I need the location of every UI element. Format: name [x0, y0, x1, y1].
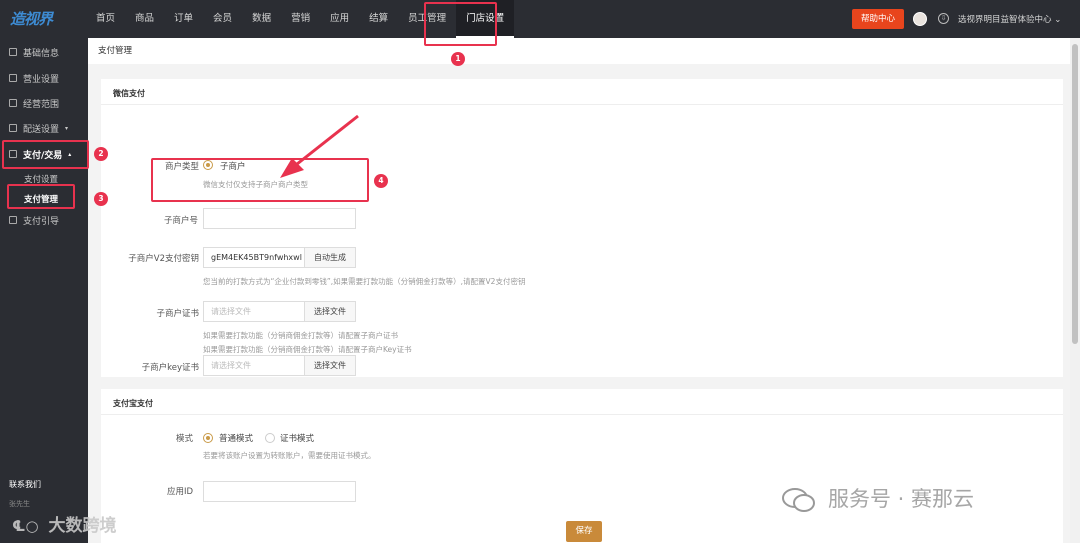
sidebar-item-business[interactable]: 营业设置	[0, 66, 88, 90]
store-icon	[9, 74, 17, 82]
annotation-box-3	[7, 184, 75, 209]
sub-merchant-id-label: 子商户号	[163, 216, 198, 226]
v2-key-input[interactable]: gEM4EK45BT9nfwhxwl	[203, 247, 305, 268]
divider	[101, 104, 1063, 105]
sidebar-item-label: 营业设置	[23, 74, 60, 85]
wechat-icon	[782, 488, 815, 512]
mode-normal-radio[interactable]	[203, 433, 213, 443]
annotation-box-2	[2, 140, 89, 169]
mode-cert-radio[interactable]	[265, 433, 275, 443]
auto-generate-button[interactable]: 自动生成	[305, 247, 356, 268]
nav-orders[interactable]: 订单	[164, 0, 203, 38]
sub-merchant-id-input[interactable]	[203, 208, 356, 229]
sidebar-item-label: 配送设置	[23, 124, 60, 135]
mode-help: 若要将该账户设置为转账账户，需要使用证书模式。	[203, 451, 376, 460]
key-cert-choose-button[interactable]: 选择文件	[305, 355, 356, 376]
sidebar-item-label: 经营范围	[23, 99, 60, 110]
app-id-label: 应用ID	[166, 487, 193, 497]
contact-name: 张先生	[9, 500, 30, 508]
sidebar-item-label: 基础信息	[23, 48, 60, 59]
alipay-title: 支付宝支付	[113, 399, 153, 408]
app-logo[interactable]: 造视界	[10, 8, 72, 30]
nav-members[interactable]: 会员	[203, 0, 242, 38]
cert-choose-button[interactable]: 选择文件	[305, 301, 356, 322]
chevron-down-icon: ⌄	[1054, 15, 1062, 25]
cert-file-input[interactable]: 请选择文件	[203, 301, 305, 322]
scrollbar-thumb[interactable]	[1072, 44, 1078, 344]
main-content: 支付管理 微信支付 商户类型 子商户 微信支付仅支持子商户商户类型 子商户号 子…	[88, 38, 1070, 543]
annotation-arrow	[280, 114, 359, 178]
sidebar-item-basic-info[interactable]: 基础信息	[0, 40, 88, 64]
key-cert-file-input[interactable]: 请选择文件	[203, 355, 305, 376]
sidebar-item-payment-guide[interactable]: 支付引导	[0, 208, 88, 232]
cert-help: 如果需要打款功能（分销商佣金打款等）请配置子商户证书	[203, 331, 398, 340]
top-navbar: 造视界 首页 商品 订单 会员 数据 营销 应用 结算 员工管理 门店设置 帮助…	[0, 0, 1080, 38]
contact-title: 联系我们	[9, 480, 41, 489]
sidebar-item-scope[interactable]: 经营范围	[0, 91, 88, 115]
annotation-marker-4: 4	[374, 174, 388, 188]
watermark-brand: ℄○ 大数跨境	[12, 511, 116, 536]
watermark-brand-text: 大数跨境	[48, 516, 117, 536]
scrollbar[interactable]	[1070, 38, 1080, 543]
wechat-pay-title: 微信支付	[113, 89, 145, 98]
brand-logo-icon: ℄○	[12, 517, 39, 535]
save-button[interactable]: 保存	[566, 521, 602, 542]
delivery-icon	[9, 124, 17, 132]
nav-products[interactable]: 商品	[125, 0, 164, 38]
sidebar-item-label: 支付引导	[23, 216, 60, 227]
annotation-marker-1: 1	[451, 52, 465, 66]
nav-home[interactable]: 首页	[86, 0, 125, 38]
wechat-pay-card: 微信支付 商户类型 子商户 微信支付仅支持子商户商户类型 子商户号 子商户V2支…	[101, 79, 1063, 377]
page-title: 支付管理	[88, 38, 1070, 64]
key-cert-label: 子商户key证书	[141, 363, 199, 373]
scope-icon	[9, 99, 17, 107]
nav-apps[interactable]: 应用	[320, 0, 359, 38]
mode-normal-label: 普通模式	[219, 434, 254, 444]
sidebar-item-delivery[interactable]: 配送设置 ▾	[0, 116, 88, 140]
v2-key-help: 您当前的打款方式为“企业付款到零钱”,如果需要打款功能（分销佣金打款等）,请配置…	[203, 277, 526, 286]
annotation-box-1	[424, 2, 497, 46]
mode-cert-label: 证书模式	[280, 434, 315, 444]
sidebar: 基础信息 营业设置 经营范围 配送设置 ▾ 支付/交易 ▴ 支付设置 支付管理 …	[0, 38, 88, 543]
info-icon	[9, 48, 17, 56]
download-icon[interactable]: ⇩	[938, 13, 949, 24]
account-name: 选视界明目益智体验中心	[958, 15, 1052, 25]
nav-settlement[interactable]: 结算	[359, 0, 398, 38]
annotation-marker-3: 3	[94, 192, 108, 206]
key-cert-help: 如果需要打款功能（分销商佣金打款等）请配置子商户Key证书	[203, 345, 412, 354]
help-center-button[interactable]: 帮助中心	[852, 9, 904, 29]
nav-data[interactable]: 数据	[242, 0, 281, 38]
divider	[101, 414, 1063, 415]
watermark-text: 服务号 · 赛那云	[828, 487, 975, 511]
guide-icon	[9, 216, 17, 224]
account-menu[interactable]: 选视界明目益智体验中心 ⌄	[958, 13, 1061, 25]
avatar[interactable]	[913, 12, 927, 26]
cert-label: 子商户证书	[156, 309, 199, 319]
chevron-down-icon: ▾	[65, 124, 69, 132]
mode-label: 模式	[175, 434, 193, 444]
v2-key-label: 子商户V2支付密钥	[128, 254, 199, 264]
app-id-input[interactable]	[203, 481, 356, 502]
alipay-card: 支付宝支付 模式 普通模式 证书模式 若要将该账户设置为转账账户，需要使用证书模…	[101, 389, 1063, 543]
annotation-marker-2: 2	[94, 147, 108, 161]
nav-marketing[interactable]: 营销	[281, 0, 320, 38]
